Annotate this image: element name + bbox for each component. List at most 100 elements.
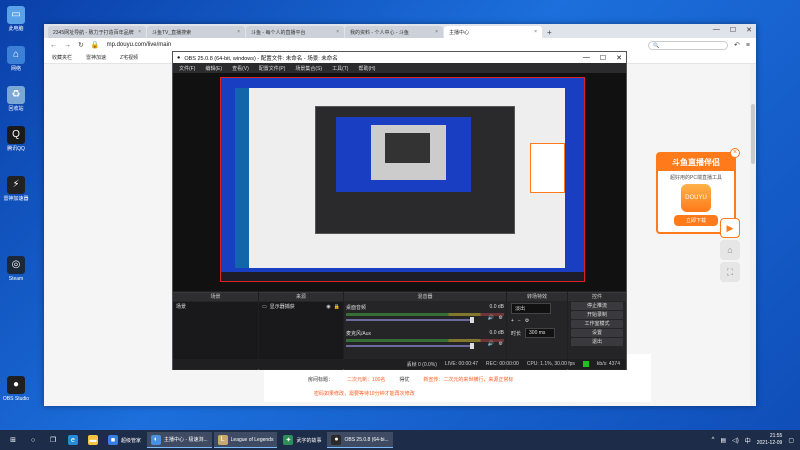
search-input[interactable]: 🔍 xyxy=(648,40,729,50)
search-icon: ○ xyxy=(30,436,36,444)
recycle-bin-icon: ♻ xyxy=(7,86,25,104)
transition-select[interactable]: 淡出 xyxy=(511,303,551,314)
scrollbar-thumb[interactable] xyxy=(751,104,755,164)
taskbar-app[interactable]: ✦ 武字的故事 xyxy=(279,432,325,448)
obs-title: OBS 25.0.8 (64-bit, windows) - 配置文件: 未命名… xyxy=(184,55,338,62)
desktop-icon[interactable]: ⚡ 雷神加速器 xyxy=(2,176,30,202)
refresh-icon[interactable]: ↻ xyxy=(78,41,84,49)
scrollbar[interactable] xyxy=(750,64,756,406)
maximize-icon[interactable]: ☐ xyxy=(600,54,606,62)
remove-icon[interactable]: − xyxy=(518,318,521,324)
network-icon: ⌂ xyxy=(7,46,25,64)
edge-button[interactable]: e xyxy=(64,432,82,448)
browser-tab[interactable]: 斗鱼TV_直播搜索 × xyxy=(147,26,245,38)
new-tab-button[interactable]: + xyxy=(543,28,556,38)
start-recording-button[interactable]: 开始录制 xyxy=(571,311,623,319)
monitor-icon: ▭ xyxy=(262,303,267,310)
home-icon[interactable]: ⌂ xyxy=(720,240,740,260)
taskbar-app[interactable]: ● OBS 25.0.8 (64-bi... xyxy=(327,432,393,448)
exit-button[interactable]: 退出 xyxy=(571,338,623,346)
bookmark-item[interactable]: Z宅视频 xyxy=(120,54,138,61)
speaker-icon[interactable]: 🔊 xyxy=(488,315,494,321)
back-icon[interactable]: ← xyxy=(50,42,57,49)
start-button[interactable]: ⊞ xyxy=(4,432,22,448)
speaker-icon[interactable]: 🔊 xyxy=(488,341,494,347)
menu-file[interactable]: 文件(F) xyxy=(179,65,195,72)
preview-capture[interactable] xyxy=(220,77,585,282)
close-icon[interactable]: × xyxy=(336,29,339,35)
eye-icon[interactable]: ◉ xyxy=(326,304,330,310)
address-bar[interactable]: mp.douyu.com/live/main xyxy=(107,42,172,48)
duration-input[interactable]: 300 ms xyxy=(525,328,556,338)
volume-slider[interactable] xyxy=(346,317,475,323)
close-icon[interactable]: × xyxy=(138,29,141,35)
scene-item[interactable]: 场景 xyxy=(173,302,258,311)
forward-icon[interactable]: → xyxy=(64,42,71,49)
menu-edit[interactable]: 编辑(E) xyxy=(205,65,222,72)
settings-button[interactable]: 设置 xyxy=(571,329,623,337)
notification-icon[interactable]: ▢ xyxy=(788,437,794,444)
menu-help[interactable]: 帮助(H) xyxy=(358,65,375,72)
explorer-button[interactable]: ▬ xyxy=(84,432,102,448)
menu-profile[interactable]: 配置文件(P) xyxy=(259,65,286,72)
minimize-icon[interactable]: — xyxy=(713,26,720,34)
close-icon[interactable]: ✕ xyxy=(616,54,622,62)
bookmark-item[interactable]: 雷神加速 xyxy=(86,54,106,61)
close-icon[interactable]: × xyxy=(534,29,537,35)
stop-streaming-button[interactable]: 停止推流 xyxy=(571,302,623,310)
tab-bar: 2345网址导航 - 致力于打造百年品牌 × 斗鱼TV_直播搜索 × 斗鱼 - 每个… xyxy=(44,24,756,38)
browser-tab[interactable]: 2345网址导航 - 致力于打造百年品牌 × xyxy=(48,26,146,38)
gear-icon[interactable]: ⚙ xyxy=(499,341,503,347)
volume-slider[interactable] xyxy=(346,343,475,349)
desktop-icon[interactable]: ▭ 此电脑 xyxy=(2,6,30,32)
browser-tab[interactable]: 我的资料 - 个人中心 - 斗鱼 × xyxy=(345,26,443,38)
obs-preview[interactable] xyxy=(173,73,626,291)
gear-icon[interactable]: ⚙ xyxy=(499,315,503,321)
close-icon[interactable]: × xyxy=(730,148,740,158)
source-item[interactable]: ▭ 显示器捕获 ◉ 🔒 xyxy=(259,302,343,311)
close-icon[interactable]: ✕ xyxy=(746,26,752,34)
ime-icon[interactable]: 中 xyxy=(745,436,751,445)
lock-icon[interactable]: 🔒 xyxy=(334,304,340,310)
taskview-button[interactable]: ❐ xyxy=(44,432,62,448)
add-icon[interactable]: + xyxy=(511,318,514,324)
maximize-icon[interactable]: ☐ xyxy=(730,26,736,34)
studio-mode-button[interactable]: 工作室模式 xyxy=(571,320,623,328)
menu-tools[interactable]: 工具(T) xyxy=(332,65,348,72)
browser-tab[interactable]: 斗鱼 - 每个人的直播平台 × xyxy=(246,26,344,38)
menu-scene-collection[interactable]: 场景集合(S) xyxy=(295,65,322,72)
taskbar-app[interactable]: ■ 超级管家 xyxy=(104,432,145,448)
obs-title-bar: ● OBS 25.0.8 (64-bit, windows) - 配置文件: 未… xyxy=(173,52,626,63)
desktop-icon[interactable]: ◎ Steam xyxy=(2,256,30,282)
close-icon[interactable]: × xyxy=(435,29,438,35)
menu-view[interactable]: 查看(V) xyxy=(232,65,249,72)
window-controls: — ☐ ✕ xyxy=(713,26,752,34)
taskbar-app[interactable]: ◐ 主播中心 - 极速浏... xyxy=(147,432,212,448)
close-icon[interactable]: × xyxy=(237,29,240,35)
scenes-title: 场景 xyxy=(173,293,258,301)
undo-icon[interactable]: ↶ xyxy=(734,41,740,49)
game-icon: ✦ xyxy=(283,435,294,445)
ad-title: 斗鱼直播伴侣 xyxy=(658,154,734,171)
edge-icon: e xyxy=(68,435,78,445)
desktop-icon[interactable]: ● OBS Studio xyxy=(2,376,30,402)
download-button[interactable]: 立即下载 xyxy=(674,215,718,226)
volume-icon[interactable]: ◁) xyxy=(732,437,739,444)
network-icon[interactable]: ▤ xyxy=(720,437,726,444)
clock[interactable]: 21:55 2021-12-09 xyxy=(757,433,783,447)
search-button[interactable]: ○ xyxy=(24,432,42,448)
room-title-value: 二次元新：100名 xyxy=(347,377,386,383)
minimize-icon[interactable]: — xyxy=(583,54,590,62)
desktop-icon[interactable]: ⌂ 网络 xyxy=(2,46,30,72)
gear-icon[interactable]: ⚙ xyxy=(525,318,529,324)
desktop-icon[interactable]: ♻ 回收站 xyxy=(2,86,30,112)
fullscreen-icon[interactable]: ⛶ xyxy=(720,262,740,282)
menu-icon[interactable]: ≡ xyxy=(746,42,750,49)
bookmark-item[interactable]: 收藏夹栏 xyxy=(52,54,72,61)
status-indicator xyxy=(582,361,589,367)
play-icon[interactable]: ▶ xyxy=(720,218,740,238)
taskbar-app[interactable]: L League of Legends xyxy=(213,432,278,448)
desktop-icon[interactable]: Q 腾讯QQ xyxy=(2,126,30,152)
chevron-up-icon[interactable]: ^ xyxy=(712,437,715,443)
browser-tab-active[interactable]: 主播中心 × xyxy=(444,26,542,38)
